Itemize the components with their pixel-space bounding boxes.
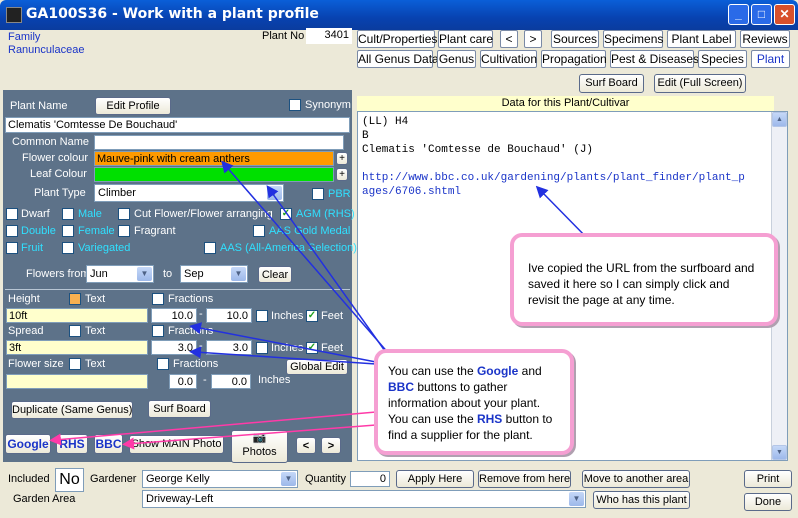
arrow-to-spread <box>189 346 377 365</box>
gardener-label: Gardener <box>90 473 137 485</box>
who-has-this-plant-button[interactable]: Who has this plant <box>593 491 690 509</box>
remove-from-here-button[interactable]: Remove from here <box>478 470 571 488</box>
garden-area-value: Driveway-Left <box>146 493 214 505</box>
arrow-to-height <box>189 322 377 363</box>
quantity-label: Quantity <box>305 473 346 485</box>
garden-area-label: Garden Area <box>13 493 76 505</box>
callout-buttons-note: You can use the Google and BBC buttons t… <box>374 349 574 455</box>
arrow-to-flower-colour <box>221 160 391 356</box>
done-button[interactable]: Done <box>744 493 792 511</box>
print-button[interactable]: Print <box>744 470 792 488</box>
arrow-to-google <box>49 411 377 446</box>
callout-text: and <box>518 364 542 378</box>
callout-url-note: Ive copied the URL from the surfboard an… <box>510 233 778 326</box>
included-field[interactable]: No <box>55 468 84 492</box>
move-area-button[interactable]: Move to another area <box>582 470 690 488</box>
callout-google-word: Google <box>476 364 519 378</box>
quantity-field[interactable]: 0 <box>350 471 390 487</box>
included-label: Included <box>8 473 50 485</box>
apply-here-button[interactable]: Apply Here <box>396 470 474 488</box>
chevron-down-icon: ▼ <box>569 492 584 506</box>
gardener-select[interactable]: George Kelly ▼ <box>142 470 298 488</box>
chevron-down-icon: ▼ <box>281 472 296 486</box>
arrow-to-bbc <box>122 424 377 450</box>
callout-rhs-word: RHS <box>476 412 503 426</box>
callout-text: You can use the <box>388 364 477 378</box>
callout-bbc-word: BBC <box>388 380 414 394</box>
garden-area-select[interactable]: Driveway-Left ▼ <box>142 490 586 508</box>
gardener-value: George Kelly <box>146 473 210 485</box>
arrow-to-plant-type <box>266 185 391 359</box>
